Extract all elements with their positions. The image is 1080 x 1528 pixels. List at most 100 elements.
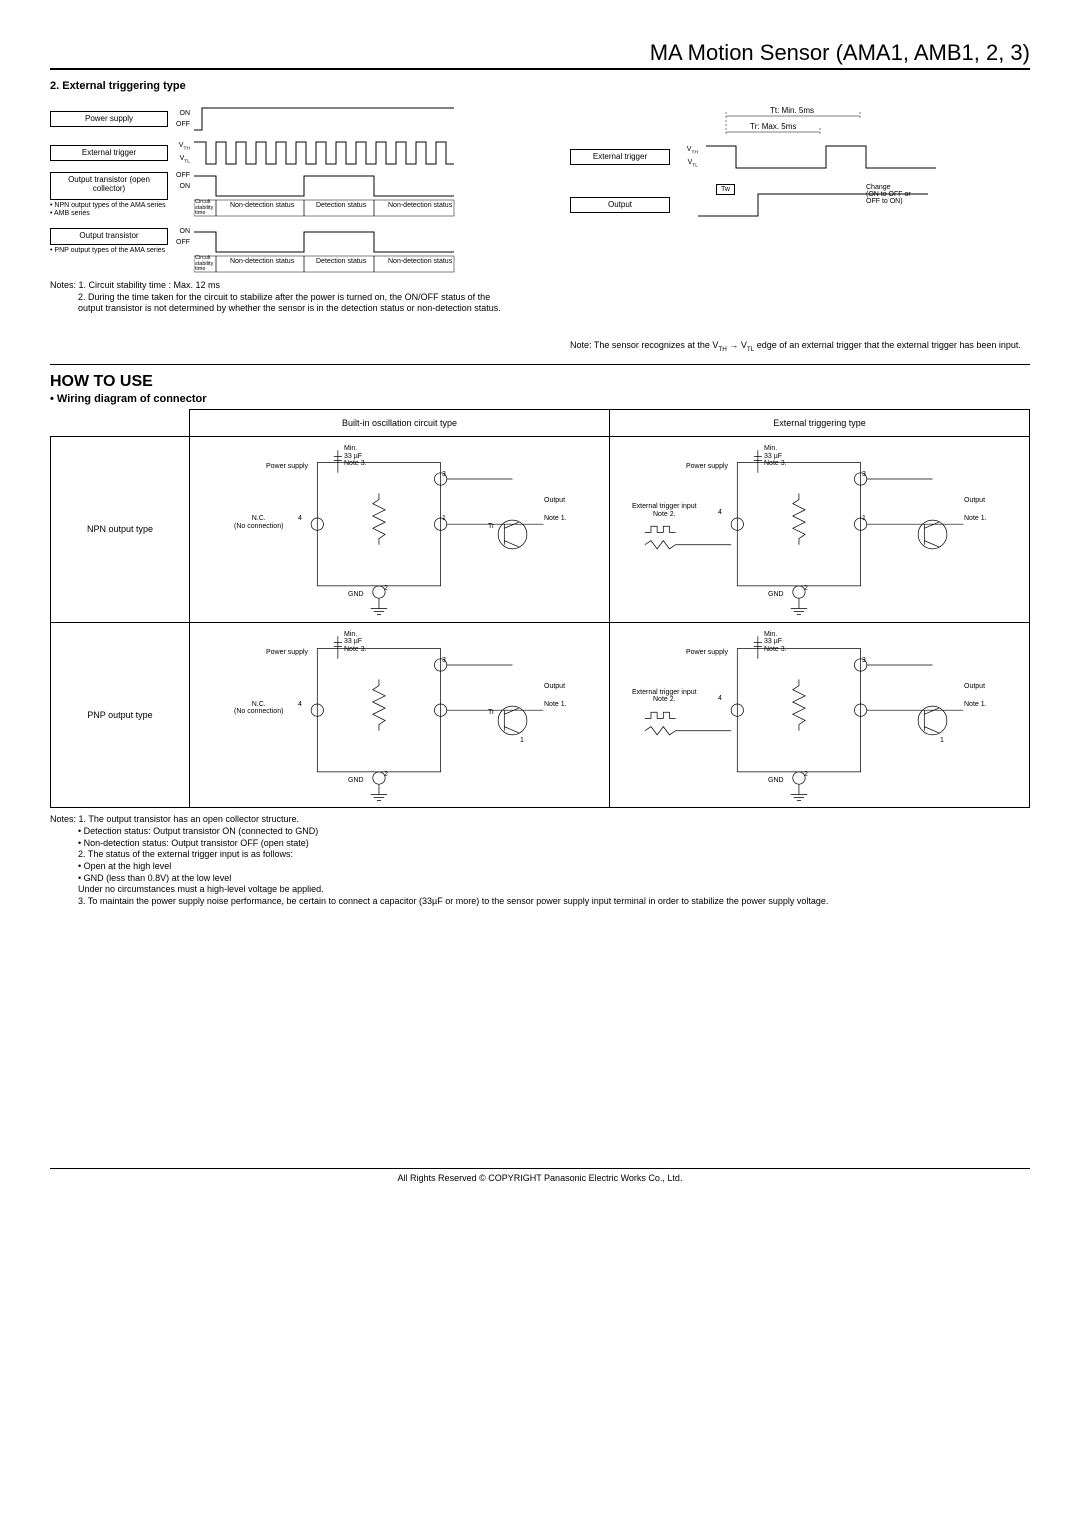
section-2-heading: 2. External triggering type — [50, 80, 1030, 92]
cell-stability-p: Circuit stability time — [195, 256, 215, 273]
level-vth: VTH — [170, 142, 190, 151]
level-off2: OFF — [170, 172, 190, 179]
tr-lbl: Tr — [488, 709, 494, 717]
pin1-p: 1 — [520, 737, 524, 745]
power-waveform — [194, 104, 510, 134]
cell-nondet2-p: Non-detection status — [388, 258, 452, 265]
cell-det: Detection status — [316, 202, 366, 209]
pin4: 4 — [718, 509, 722, 517]
wnote-2b: • GND (less than 0.8V) at the low level — [50, 873, 1030, 885]
level-on2: ON — [170, 183, 190, 190]
pin2: 2 — [804, 585, 808, 593]
wnote-3: 3. To maintain the power supply noise pe… — [50, 896, 1030, 908]
timing-left-notes: Notes: 1. Circuit stability time : Max. … — [50, 280, 510, 315]
pin3: 3 — [442, 471, 446, 479]
ps-label: Power supply — [686, 463, 728, 471]
gnd-lbl: GND — [348, 777, 364, 785]
wnote-1b: • Non-detection status: Output transisto… — [50, 838, 1030, 850]
level-off: OFF — [170, 121, 190, 128]
ext-lbl: External trigger input Note 2. — [632, 503, 697, 518]
cap-label: Min. 33 µF Note 3. — [764, 445, 787, 468]
pin2: 2 — [384, 585, 388, 593]
gnd-lbl: GND — [348, 591, 364, 599]
gnd-lbl: GND — [768, 777, 784, 785]
level-off3: OFF — [170, 239, 190, 246]
wnote-2: 2. The status of the external trigger in… — [50, 849, 1030, 861]
wiring-notes: Notes: 1. The output transistor has an o… — [50, 814, 1030, 908]
wnote-2c: Under no circumstances must a high-level… — [50, 884, 1030, 896]
row-pnp: PNP output type — [51, 622, 190, 808]
circuit-pnp-builtin: Min. 33 µF Note 3. Power supply 3 Output… — [190, 622, 610, 808]
gnd-lbl: GND — [768, 591, 784, 599]
circuit-diagram-icon — [614, 441, 1025, 618]
wnote-2a: • Open at the high level — [50, 861, 1030, 873]
timing-diagram-right: Tt: Min. 5ms Tr: Max. 5ms External trigg… — [570, 100, 1030, 354]
level-on: ON — [170, 110, 190, 117]
ps-label: Power supply — [266, 463, 308, 471]
dim-lines-icon — [710, 112, 930, 140]
change-label: Change (ON to OFF or OFF to ON) — [866, 184, 911, 205]
output-npn-sublabel: • NPN output types of the AMA series • A… — [50, 202, 166, 217]
level-vtl: VTL — [170, 155, 190, 164]
output-pnp-label: Output transistor — [50, 228, 168, 245]
circuit-npn-builtin: Min. 33 µF Note 3. Power supply 3 Output… — [190, 436, 610, 622]
output-lbl: Output — [964, 683, 985, 691]
ext-lbl: External trigger input Note 2. — [632, 689, 697, 704]
note-line-2: 2. During the time taken for the circuit… — [50, 292, 510, 315]
wiring-table: Built-in oscillation circuit type Extern… — [50, 409, 1030, 808]
pin3: 3 — [862, 471, 866, 479]
note1-lbl: Note 1. — [964, 701, 987, 709]
wnote-1: Notes: 1. The output transistor has an o… — [50, 814, 1030, 826]
cell-nondet2: Non-detection status — [388, 202, 452, 209]
output-npn-label: Output transistor (open collector) — [50, 172, 168, 200]
npn-waveform: Circuit stability time Non-detection sta… — [194, 172, 510, 218]
ps-label: Power supply — [686, 649, 728, 657]
cap-label: Min. 33 µF Note 3. — [344, 445, 367, 468]
timing-diagrams-row: Power supply ON OFF External trigger VTH… — [50, 100, 1030, 354]
col-ext: External triggering type — [610, 409, 1030, 436]
nc-lbl: N.C. (No connection) — [234, 515, 283, 530]
ps-label: Power supply — [266, 649, 308, 657]
output-pnp-sublabel: • PNP output types of the AMA series — [50, 247, 166, 255]
output-lbl: Output — [544, 683, 565, 691]
pin4: 4 — [298, 515, 302, 523]
cap-label: Min. 33 µF Note 3. — [764, 631, 787, 654]
vtl-r: VTL — [678, 159, 698, 168]
power-supply-label: Power supply — [50, 111, 168, 128]
circuit-npn-ext: Min. 33 µF Note 3. Power supply 3 Output… — [610, 436, 1030, 622]
col-builtin: Built-in oscillation circuit type — [190, 409, 610, 436]
output-lbl: Output — [544, 497, 565, 505]
cell-stability: Circuit stability time — [195, 200, 215, 217]
page-footer: All Rights Reserved © COPYRIGHT Panasoni… — [50, 1168, 1030, 1183]
pin3: 3 — [442, 657, 446, 665]
circuit-diagram-icon — [614, 627, 1025, 804]
tr-lbl: Tr — [488, 523, 494, 531]
note-line-1: Notes: 1. Circuit stability time : Max. … — [50, 280, 510, 292]
page-title: MA Motion Sensor (AMA1, AMB1, 2, 3) — [650, 40, 1030, 65]
how-to-use-heading: HOW TO USE — [50, 364, 1030, 391]
pin1: 1 — [862, 515, 866, 523]
trigger-waveform — [194, 138, 510, 168]
pin2: 2 — [384, 771, 388, 779]
pin4: 4 — [298, 701, 302, 709]
cell-nondet1: Non-detection status — [230, 202, 294, 209]
cell-nondet1-p: Non-detection status — [230, 258, 294, 265]
pin3: 3 — [862, 657, 866, 665]
pin1: 1 — [442, 515, 446, 523]
ext-trigger-label: External trigger — [50, 145, 168, 162]
page-header: MA Motion Sensor (AMA1, AMB1, 2, 3) — [50, 40, 1030, 70]
output-lbl: Output — [964, 497, 985, 505]
row-npn: NPN output type — [51, 436, 190, 622]
nc-lbl: N.C. (No connection) — [234, 701, 283, 716]
wiring-diagram-heading: • Wiring diagram of connector — [50, 393, 1030, 405]
wnote-1a: • Detection status: Output transistor ON… — [50, 826, 1030, 838]
pnp-waveform: Circuit stability time Non-detection sta… — [194, 228, 510, 274]
cell-det-p: Detection status — [316, 258, 366, 265]
timing-right-note: Note: The sensor recognizes at the VTH →… — [570, 340, 1030, 354]
level-on3: ON — [170, 228, 190, 235]
timing-diagram-left: Power supply ON OFF External trigger VTH… — [50, 100, 510, 354]
ext-trigger-waveform-r — [706, 142, 936, 172]
note1-lbl: Note 1. — [544, 701, 567, 709]
cap-label: Min. 33 µF Note 3. — [344, 631, 367, 654]
note1-lbl: Note 1. — [544, 515, 567, 523]
